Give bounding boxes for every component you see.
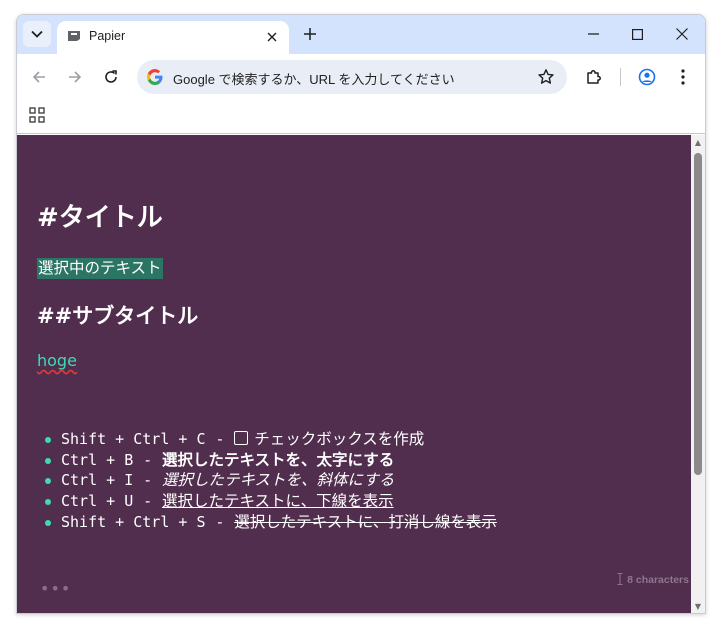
maximize-button[interactable] xyxy=(615,21,659,47)
toolbar-separator xyxy=(620,68,621,86)
separator: - xyxy=(215,512,225,531)
scrollbar[interactable]: ▲ ▼ xyxy=(691,135,705,613)
more-menu-button[interactable]: ••• xyxy=(40,579,71,598)
tab-close-button[interactable] xyxy=(263,28,281,46)
list-item: Ctrl + I - 選択したテキストを、斜体にする xyxy=(45,470,497,491)
shortcut-keys: Shift + Ctrl + C xyxy=(61,430,206,448)
back-arrow-icon xyxy=(32,71,45,83)
toolbar: Google で検索するか、URL を入力してください xyxy=(17,54,705,101)
list-item: Shift + Ctrl + S - 選択したテキストに、打消し線を表示 xyxy=(45,512,497,533)
close-window-button[interactable] xyxy=(660,21,704,47)
star-icon[interactable] xyxy=(537,68,555,86)
reload-icon xyxy=(105,70,117,83)
selected-text: 選択中のテキスト xyxy=(37,258,163,279)
character-count-text: 8 characters xyxy=(627,574,689,586)
list-item: Shift + Ctrl + C - チェックボックスを作成 xyxy=(45,429,497,450)
editor-area[interactable]: #タイトル 選択中のテキスト ##サブタイトル hoge Shift + Ctr… xyxy=(17,135,693,613)
shortcut-desc: チェックボックスを作成 xyxy=(254,430,425,448)
back-button[interactable] xyxy=(27,65,51,89)
shortcut-list: Shift + Ctrl + C - チェックボックスを作成 Ctrl + B … xyxy=(45,429,497,532)
separator: - xyxy=(215,430,225,448)
shortcut-desc: 選択したテキストに、打消し線を表示 xyxy=(234,512,497,531)
scroll-down-icon[interactable]: ▼ xyxy=(694,603,702,611)
minimize-icon xyxy=(587,33,599,35)
text-cursor-icon xyxy=(617,573,623,585)
profile-button[interactable] xyxy=(636,66,658,88)
maximize-icon xyxy=(631,28,643,40)
kebab-menu-icon xyxy=(681,69,685,85)
plus-icon xyxy=(304,28,316,40)
tab-search-button[interactable] xyxy=(23,21,51,47)
apps-grid-icon[interactable] xyxy=(29,107,45,123)
shortcut-keys: Ctrl + B xyxy=(61,450,134,469)
browser-window: Papier Google で検索するか、URL を入力してください #タイトル… xyxy=(16,14,706,614)
forward-button[interactable] xyxy=(63,65,87,89)
extensions-button[interactable] xyxy=(583,66,605,88)
shortcut-desc: 選択したテキストを、太字にする xyxy=(162,450,395,469)
forward-arrow-icon xyxy=(69,71,82,83)
reload-button[interactable] xyxy=(99,65,123,89)
list-item: Ctrl + B - 選択したテキストを、太字にする xyxy=(45,450,497,471)
papier-icon xyxy=(68,31,80,41)
shortcut-desc: 選択したテキストを、斜体にする xyxy=(162,471,395,490)
menu-button[interactable] xyxy=(672,66,694,88)
tab-strip: Papier xyxy=(17,15,705,54)
omnibox[interactable]: Google で検索するか、URL を入力してください xyxy=(137,60,567,94)
character-count: 8 characters xyxy=(617,573,689,586)
separator: - xyxy=(143,450,153,469)
new-tab-button[interactable] xyxy=(299,23,321,45)
heading-2: ##サブタイトル xyxy=(37,304,199,328)
separator: - xyxy=(143,492,153,511)
shortcut-keys: Shift + Ctrl + S xyxy=(61,512,206,531)
google-icon xyxy=(147,69,163,85)
close-icon xyxy=(267,32,277,42)
chevron-down-icon xyxy=(31,30,43,38)
shortcut-desc: 選択したテキストに、下線を表示 xyxy=(162,492,394,511)
tab-title: Papier xyxy=(89,29,126,43)
list-item: Ctrl + U - 選択したテキストに、下線を表示 xyxy=(45,491,497,512)
scroll-thumb[interactable] xyxy=(694,153,702,475)
close-icon xyxy=(676,28,688,40)
bookmarks-bar xyxy=(17,101,705,134)
omnibox-placeholder: Google で検索するか、URL を入力してください xyxy=(173,72,455,87)
separator: - xyxy=(143,471,153,490)
puzzle-icon xyxy=(587,70,601,84)
checkbox-icon[interactable] xyxy=(234,431,249,445)
minimize-button[interactable] xyxy=(571,21,615,47)
link-text[interactable]: hoge xyxy=(37,351,77,370)
shortcut-keys: Ctrl + U xyxy=(61,492,134,511)
scroll-up-icon[interactable]: ▲ xyxy=(694,139,702,147)
heading-1: #タイトル xyxy=(37,203,163,233)
tab-papier[interactable]: Papier xyxy=(57,21,289,54)
shortcut-keys: Ctrl + I xyxy=(61,471,134,490)
profile-icon xyxy=(638,68,656,86)
